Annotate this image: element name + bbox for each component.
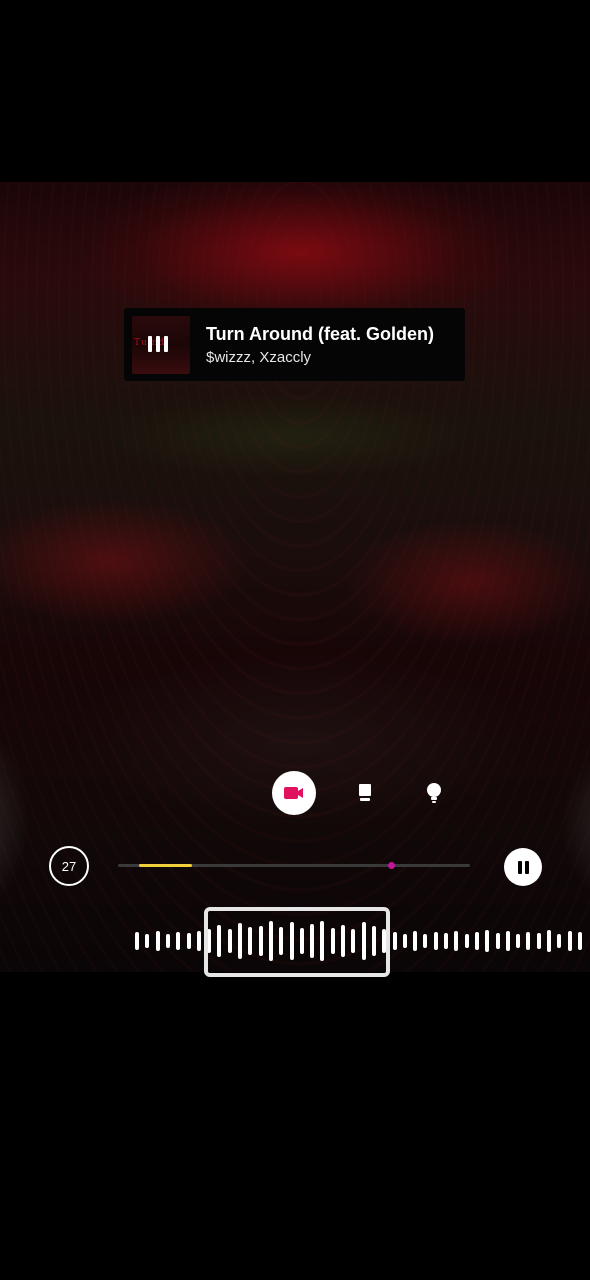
waveform-bar (444, 933, 448, 949)
scrubber-position-marker (388, 862, 395, 869)
clip-duration-label: 27 (61, 858, 77, 874)
waveform-bar (392, 932, 397, 950)
waveform-bar (433, 932, 438, 950)
waveform-bar (505, 931, 510, 951)
waveform-bar (485, 930, 490, 952)
scrubber-selected-range (139, 864, 192, 867)
story-background-canvas (0, 182, 590, 972)
waveform-bar (495, 933, 500, 949)
pause-icon (517, 860, 522, 874)
sticker-style-selector (272, 771, 462, 815)
waveform-bar (454, 931, 459, 951)
style-lyrics-button[interactable] (412, 771, 456, 815)
waveform-bar (536, 933, 541, 949)
waveform-bar (145, 934, 150, 948)
track-info: Turn Around (feat. Golden) $wizzz, Xzacc… (206, 324, 434, 366)
clip-selection-window[interactable] (204, 907, 390, 977)
right-edge-glow (560, 740, 590, 910)
album-art: Tu nd (132, 315, 190, 374)
waveform-bar (413, 931, 418, 951)
waveform-bar (474, 932, 479, 950)
waveform-bar (567, 931, 572, 951)
waveform-bar (176, 932, 181, 950)
waveform-bar (577, 932, 582, 950)
waveform-bar (186, 933, 191, 949)
waveform-bar (196, 931, 201, 951)
waveform-bar (423, 934, 428, 948)
pause-button[interactable] (504, 848, 542, 886)
waveform-bar (547, 930, 551, 952)
video-camera-icon (284, 787, 303, 799)
style-card-button[interactable] (343, 771, 387, 815)
story-music-editor: Tu nd Turn Around (feat. Golden) $wizzz,… (0, 0, 590, 1280)
waveform-bar (165, 934, 170, 948)
waveform-bar (402, 934, 407, 948)
waveform-bar (526, 932, 531, 950)
waveform-bar (516, 934, 521, 948)
lightbulb-icon (427, 783, 441, 803)
left-edge-glow (0, 720, 30, 920)
equalizer-bars-icon (148, 335, 168, 352)
waveform-bar (464, 934, 469, 948)
waveform-bar (155, 931, 160, 951)
clip-duration-button[interactable]: 27 (49, 846, 89, 886)
track-title: Turn Around (feat. Golden) (206, 323, 434, 344)
album-card-icon (359, 784, 371, 801)
style-video-button[interactable] (272, 771, 316, 815)
track-artist: $wizzz, Xzaccly (206, 348, 312, 366)
waveform-bar (557, 934, 562, 948)
music-sticker[interactable]: Tu nd Turn Around (feat. Golden) $wizzz,… (124, 308, 465, 381)
waveform-bar (135, 932, 139, 950)
